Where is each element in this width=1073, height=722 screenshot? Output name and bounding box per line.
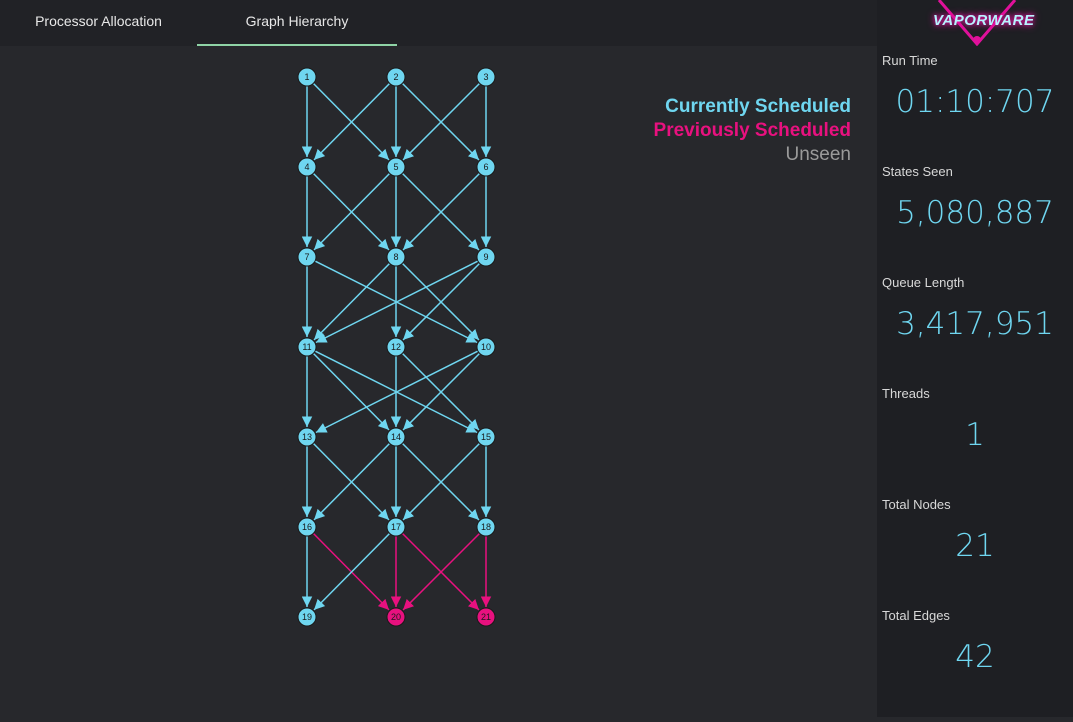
total-nodes-value: 21 <box>955 528 995 564</box>
graph-node-label: 18 <box>481 522 491 532</box>
graph-node-label: 14 <box>391 432 401 442</box>
total-edges-label: Total Edges <box>882 608 950 623</box>
graph-node-5[interactable]: 5 <box>386 157 406 177</box>
legend-currently-scheduled: Currently Scheduled <box>665 96 851 117</box>
run-time-value: 01:10:707 <box>895 84 1055 120</box>
logo-text: VAPORWARE <box>933 12 1035 29</box>
graph-node-label: 17 <box>391 522 401 532</box>
graph-node-9[interactable]: 9 <box>476 247 496 267</box>
graph-node-label: 20 <box>391 612 401 622</box>
graph-node-label: 5 <box>393 162 398 172</box>
graph-node-label: 19 <box>302 612 312 622</box>
queue-length-label: Queue Length <box>882 275 965 290</box>
states-seen-label: States Seen <box>882 164 953 179</box>
graph-node-7[interactable]: 7 <box>297 247 317 267</box>
graph-node-17[interactable]: 17 <box>386 517 406 537</box>
graph-node-label: 13 <box>302 432 312 442</box>
legend-unseen: Unseen <box>785 144 852 165</box>
graph-node-label: 4 <box>304 162 309 172</box>
graph-node-10[interactable]: 10 <box>476 337 496 357</box>
total-edges-value: 42 <box>955 639 995 675</box>
graph-node-16[interactable]: 16 <box>297 517 317 537</box>
graph-node-label: 21 <box>481 612 491 622</box>
graph-node-label: 7 <box>304 252 309 262</box>
graph-node-2[interactable]: 2 <box>386 67 406 87</box>
states-seen-value: 5,080,887 <box>896 195 1054 231</box>
legend-previously-scheduled: Previously Scheduled <box>653 120 851 141</box>
queue-length-value: 3,417,951 <box>896 306 1054 342</box>
graph-node-19[interactable]: 19 <box>297 607 317 627</box>
graph-node-1[interactable]: 1 <box>297 67 317 87</box>
graph-node-label: 16 <box>302 522 312 532</box>
threads-value: 1 <box>965 417 985 453</box>
graph-edge-11-14 <box>312 352 390 431</box>
threads-label: Threads <box>882 386 930 401</box>
graph-node-label: 1 <box>304 72 309 82</box>
logo: VAPORWARE <box>877 0 1073 46</box>
graph-node-13[interactable]: 13 <box>297 427 317 447</box>
run-time-label: Run Time <box>882 53 938 68</box>
graph-node-12[interactable]: 12 <box>386 337 406 357</box>
graph-node-6[interactable]: 6 <box>476 157 496 177</box>
graph-node-11[interactable]: 11 <box>297 337 317 357</box>
graph-edge-8-11 <box>313 262 391 341</box>
graph-node-label: 8 <box>393 252 398 262</box>
graph-node-14[interactable]: 14 <box>386 427 406 447</box>
graph-node-label: 12 <box>391 342 401 352</box>
stats-sidebar: VAPORWARE Run Time 01:10:707 States Seen… <box>877 0 1073 717</box>
graph-node-3[interactable]: 3 <box>476 67 496 87</box>
graph-node-label: 15 <box>481 432 491 442</box>
graph-node-label: 3 <box>483 72 488 82</box>
graph-node-4[interactable]: 4 <box>297 157 317 177</box>
graph-node-18[interactable]: 18 <box>476 517 496 537</box>
graph-node-8[interactable]: 8 <box>386 247 406 267</box>
graph-node-21[interactable]: 21 <box>476 607 496 627</box>
graph-node-label: 9 <box>483 252 488 262</box>
graph-node-15[interactable]: 15 <box>476 427 496 447</box>
graph-node-label: 2 <box>393 72 398 82</box>
graph-node-20[interactable]: 20 <box>386 607 406 627</box>
graph-node-label: 10 <box>481 342 491 352</box>
graph-node-label: 11 <box>302 342 311 352</box>
graph-node-label: 6 <box>483 162 488 172</box>
total-nodes-label: Total Nodes <box>882 497 951 512</box>
